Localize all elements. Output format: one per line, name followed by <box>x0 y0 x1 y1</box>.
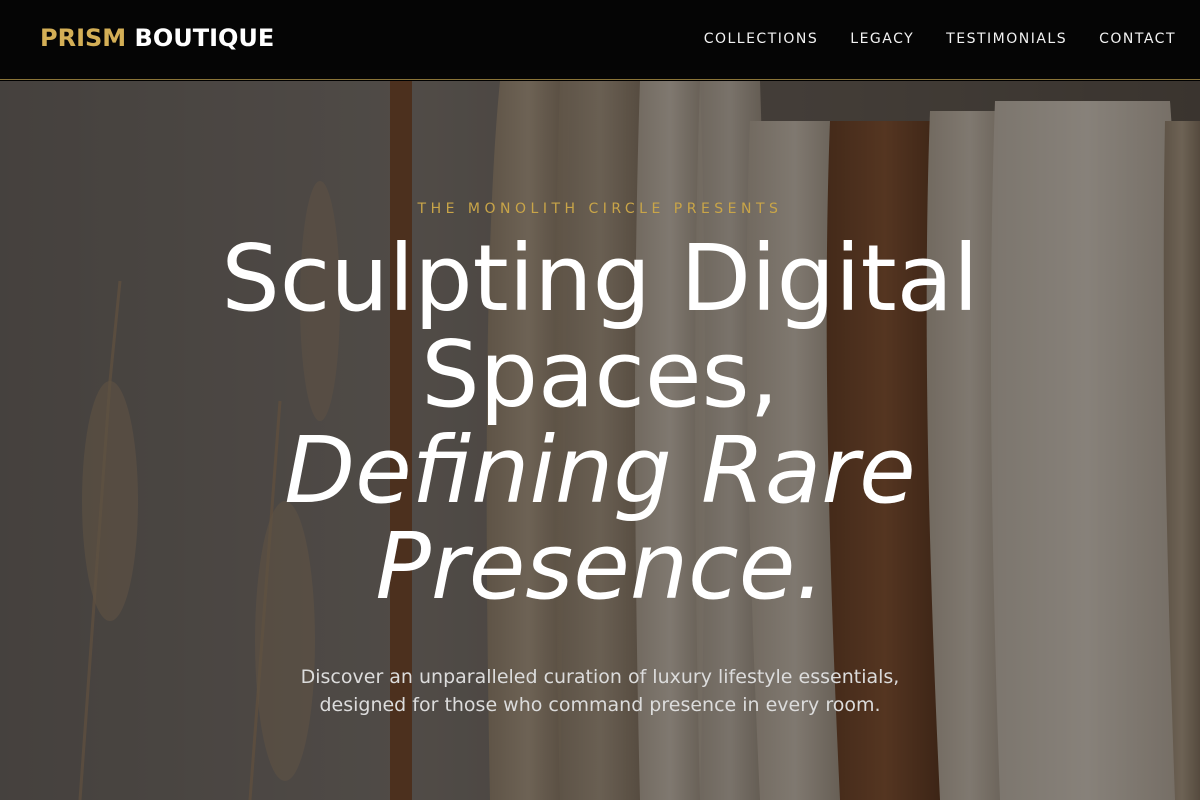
hero-section: THE MONOLITH CIRCLE PRESENTS Sculpting D… <box>0 81 1200 800</box>
hero-eyebrow: THE MONOLITH CIRCLE PRESENTS <box>417 201 783 217</box>
headline-line-4: Presence. <box>375 513 825 620</box>
main-nav: COLLECTIONS LEGACY TESTIMONIALS CONTACT <box>672 31 1176 47</box>
subcopy-line-1: Discover an unparalleled curation of lux… <box>300 666 900 688</box>
brand-main-text: BOUTIQUE <box>134 24 275 52</box>
brand-accent-text: PRISM <box>40 24 127 52</box>
nav-link-collections[interactable]: COLLECTIONS <box>704 31 819 47</box>
hero-subcopy: Discover an unparalleled curation of lux… <box>0 663 1200 719</box>
top-navbar: PRISM BOUTIQUE COLLECTIONS LEGACY TESTIM… <box>0 0 1200 80</box>
headline-line-1: Sculpting Digital <box>221 225 979 332</box>
headline-line-2: Spaces, <box>421 321 779 428</box>
nav-link-contact[interactable]: CONTACT <box>1099 31 1176 47</box>
subcopy-line-2: designed for those who command presence … <box>319 694 881 716</box>
nav-link-testimonials[interactable]: TESTIMONIALS <box>946 31 1067 47</box>
hero-headline: Sculpting Digital Spaces, Defining Rare … <box>0 231 1200 615</box>
brand-logo[interactable]: PRISM BOUTIQUE <box>40 24 274 52</box>
headline-line-3: Defining Rare <box>284 417 916 524</box>
nav-link-legacy[interactable]: LEGACY <box>850 31 914 47</box>
